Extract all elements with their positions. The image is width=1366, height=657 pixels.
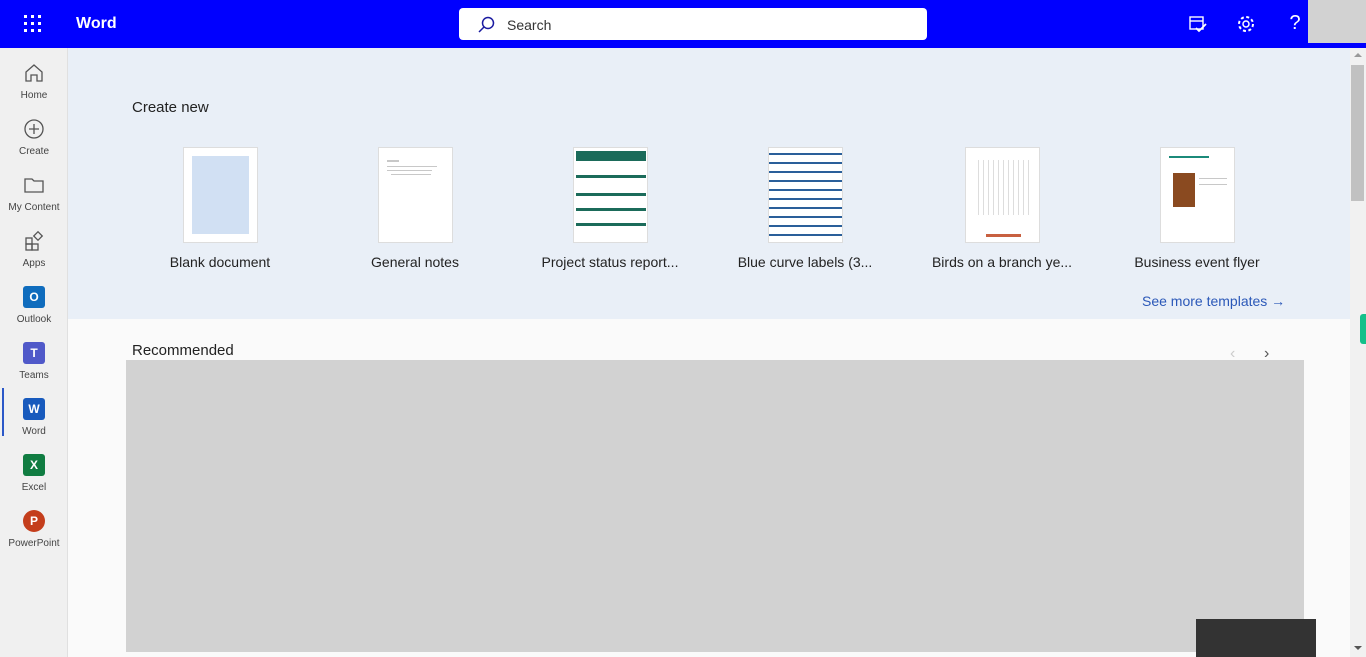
outlook-icon: O [23,286,45,308]
home-icon [25,64,43,82]
sidebar-item-powerpoint[interactable]: P PowerPoint [0,502,68,558]
template-business-event-flyer[interactable]: Business event flyer [1107,147,1287,270]
scroll-down-icon[interactable] [1354,646,1362,650]
template-label: Birds on a branch ye... [931,254,1073,270]
plus-circle-icon [24,119,44,139]
search-icon [478,16,495,33]
sidebar-item-label: Outlook [16,314,52,325]
scrollbar-thumb[interactable] [1351,65,1364,201]
template-birds-on-a-branch[interactable]: Birds on a branch ye... [912,147,1092,270]
account-area[interactable] [1308,0,1366,43]
sidebar-item-create[interactable]: Create [0,110,68,166]
template-label: Blank document [169,254,271,270]
scroll-up-icon[interactable] [1354,53,1362,57]
sidebar-item-teams[interactable]: T Teams [0,334,68,390]
see-more-templates-link[interactable]: See more templates → [1142,293,1285,309]
waffle-icon[interactable] [24,15,42,33]
template-thumbnail [182,147,258,243]
sidebar-item-label: Home [20,90,48,101]
folder-icon [24,178,44,193]
recommended-panel [126,360,1304,652]
word-icon: W [23,398,45,420]
section-title: Recommended [132,342,234,359]
feedback-tab[interactable] [1360,314,1366,344]
sidebar-item-label: Excel [21,482,47,493]
sidebar-item-apps[interactable]: Apps [0,222,68,278]
template-blue-curve-labels[interactable]: Blue curve labels (3... [715,147,895,270]
app-name[interactable]: Word [76,15,117,33]
excel-icon: X [23,454,45,476]
apps-icon [25,230,44,251]
template-project-status-report[interactable]: Project status report... [520,147,700,270]
sidebar-item-word[interactable]: W Word [0,388,68,446]
gear-icon[interactable] [1235,13,1257,35]
help-icon[interactable]: ? [1284,13,1306,35]
sidebar-item-label: Teams [19,370,49,381]
powerpoint-icon: P [23,510,45,532]
search-placeholder: Search [507,17,552,33]
template-label: Project status report... [541,254,679,270]
sidebar-item-label: Create [18,146,49,157]
sidebar-item-excel[interactable]: X Excel [0,446,68,502]
template-thumbnail [964,147,1040,243]
section-title: Create new [132,99,209,116]
sidebar-item-label: My Content [8,202,60,213]
template-thumbnail [572,147,648,243]
search-input[interactable]: Search [459,8,927,40]
teams-icon: T [23,342,45,364]
template-label: Blue curve labels (3... [737,254,873,270]
sidebar-item-my-content[interactable]: My Content [0,166,68,222]
sidebar: Home Create My Content Apps O Outlook T … [0,48,68,657]
template-thumbnail [767,147,843,243]
template-blank-document[interactable]: Blank document [130,147,310,270]
overlay-block [1196,619,1316,657]
sidebar-item-outlook[interactable]: O Outlook [0,278,68,334]
template-label: General notes [371,254,459,270]
header: Word Search ? [0,0,1366,48]
sidebar-item-label: Word [22,426,46,437]
template-thumbnail [377,147,453,243]
sidebar-item-home[interactable]: Home [0,54,68,110]
template-general-notes[interactable]: General notes [325,147,505,270]
template-label: Business event flyer [1134,254,1260,270]
sidebar-item-label: PowerPoint [8,538,60,549]
calendar-check-icon[interactable] [1187,13,1209,35]
template-thumbnail [1159,147,1235,243]
sidebar-item-label: Apps [22,258,46,269]
scrollbar[interactable] [1350,48,1366,657]
